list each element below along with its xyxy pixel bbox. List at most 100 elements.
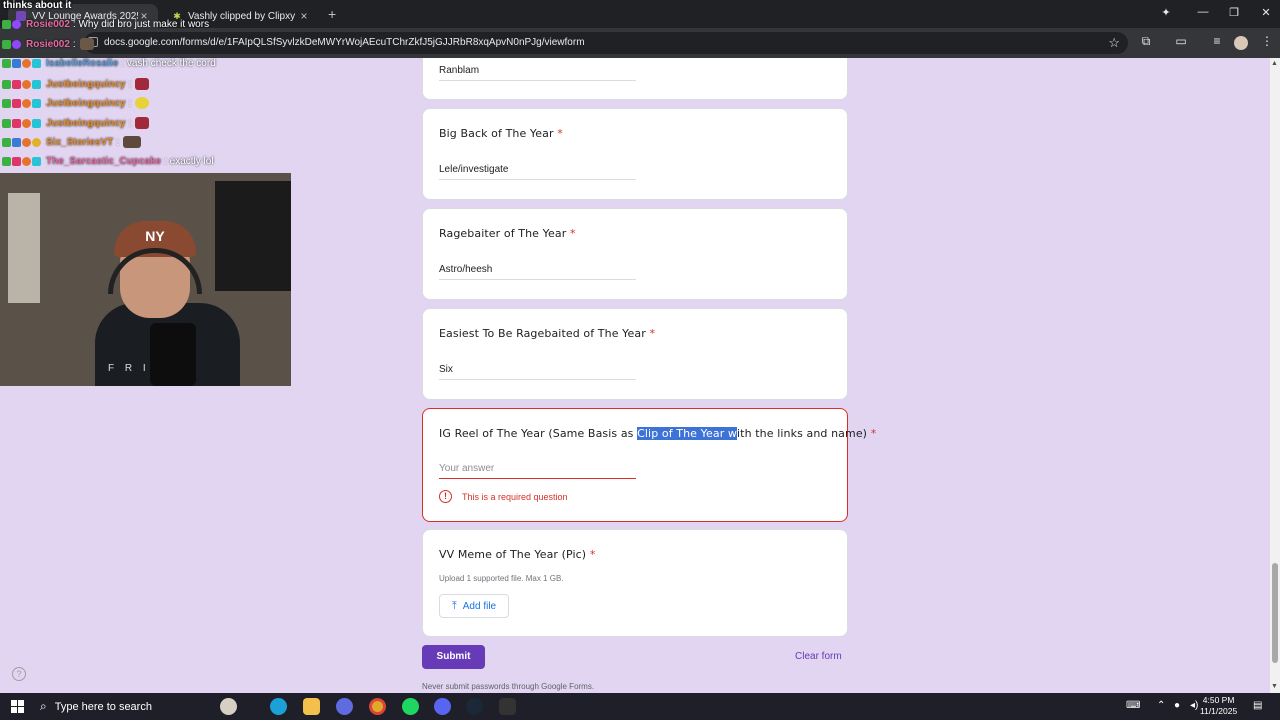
question-title: Big Back of The Year *: [439, 127, 563, 140]
chat-text: :: [128, 78, 132, 90]
chat-message: Rosie002 :: [2, 38, 94, 50]
chat-username: Rosie002: [26, 19, 70, 30]
required-asterisk: *: [569, 227, 576, 240]
answer-input[interactable]: Your answer: [439, 463, 636, 479]
chrome-icon[interactable]: [369, 698, 386, 715]
chat-badges: [2, 137, 42, 147]
chat-message: IsabelleRosalie : vash check the cord: [2, 58, 216, 69]
scroll-up-icon[interactable]: ▲: [1271, 60, 1278, 67]
steam-icon[interactable]: [466, 698, 483, 715]
volume-icon[interactable]: ◂): [1190, 700, 1198, 711]
windows-start-icon[interactable]: [11, 700, 24, 713]
chat-username: Justbeingquincy: [46, 117, 126, 129]
chat-message: The_Sarcastic_Cupcake : exactly lol: [2, 156, 214, 167]
gemini-icon[interactable]: ✦: [1156, 6, 1176, 19]
menu-icon[interactable]: ⋮: [1259, 34, 1275, 48]
page-scrollbar[interactable]: ▲ ▼: [1270, 58, 1280, 693]
answer-field[interactable]: Lele/investigate: [439, 164, 636, 180]
question-card-easiest-ragebaited: Easiest To Be Ragebaited of The Year * S…: [422, 308, 848, 400]
vtube-app-icon[interactable]: [336, 698, 353, 715]
required-asterisk: *: [649, 327, 656, 340]
add-file-button[interactable]: ⤒ Add file: [439, 594, 509, 618]
scroll-thumb[interactable]: [1272, 563, 1278, 663]
new-tab-icon[interactable]: +: [328, 6, 336, 22]
chat-text: :: [128, 97, 132, 109]
chat-action-text: thinks about it: [3, 0, 72, 11]
question-card-big-back: Big Back of The Year * Lele/investigate: [422, 108, 848, 200]
required-asterisk: *: [589, 548, 596, 561]
chat-badges: [2, 59, 42, 68]
chat-text: :: [72, 38, 76, 50]
chat-message: Justbeingquincy :: [2, 97, 150, 109]
help-icon[interactable]: ?: [12, 667, 26, 681]
submit-button[interactable]: Submit: [422, 645, 485, 669]
emote-icon: [135, 117, 150, 129]
chat-text: :: [128, 117, 132, 129]
chat-message: Six_StoriesVT :: [2, 136, 142, 148]
media-icon[interactable]: ▭: [1173, 34, 1189, 48]
question-card-ig-reel: IG Reel of The Year (Same Basis as Clip …: [422, 408, 876, 522]
chat-username: Rosie002: [26, 38, 70, 50]
emote-icon: [135, 78, 150, 90]
address-bar[interactable]: docs.google.com/forms/d/e/1FAIpQLSfSyvlz…: [84, 32, 1128, 54]
chat-message: Justbeingquincy :: [2, 117, 150, 129]
edge-icon[interactable]: [270, 698, 287, 715]
required-asterisk: *: [870, 427, 877, 440]
chat-badges: [2, 20, 22, 29]
upload-icon: ⤒: [451, 599, 457, 612]
chat-badges: [2, 118, 42, 128]
clock-date: 11/1/2025: [1200, 706, 1238, 716]
chat-text: :: [116, 136, 120, 148]
bookmark-star-icon[interactable]: ☆: [1108, 32, 1120, 54]
question-title: Ragebaiter of The Year *: [439, 227, 576, 240]
minimize-icon[interactable]: —: [1193, 6, 1213, 18]
url-text: docs.google.com/forms/d/e/1FAIpQLSfSyvlz…: [104, 37, 585, 48]
error-message: ! This is a required question: [439, 490, 568, 503]
profile-avatar[interactable]: [1234, 36, 1248, 50]
chat-badges: [2, 98, 42, 108]
search-placeholder: Type here to search: [54, 700, 152, 713]
extensions-icon[interactable]: ⧉: [1138, 34, 1154, 49]
spotify-icon[interactable]: [402, 698, 419, 715]
webcam-overlay: NY F R I: [0, 173, 291, 386]
clear-form-link[interactable]: Clear form: [795, 651, 842, 662]
terminal-icon[interactable]: [499, 698, 516, 715]
chat-message: Rosie002 : Why did bro just make it wors: [2, 19, 209, 30]
answer-field[interactable]: Six: [439, 364, 636, 380]
restore-icon[interactable]: ❐: [1224, 6, 1244, 19]
emote-icon: [79, 38, 94, 50]
answer-field[interactable]: Astro/heesh: [439, 264, 636, 280]
file-explorer-icon[interactable]: [303, 698, 320, 715]
password-warning: Never submit passwords through Google Fo…: [422, 682, 595, 691]
emote-icon: [123, 136, 142, 148]
answer-field[interactable]: Ranblam: [439, 65, 636, 81]
chat-username: IsabelleRosalie: [46, 58, 119, 69]
add-file-label: Add file: [462, 600, 497, 612]
keyboard-icon[interactable]: ⌨: [1126, 700, 1140, 711]
selected-text: Clip of The Year w: [637, 427, 738, 440]
reading-list-icon[interactable]: ≡: [1209, 34, 1225, 48]
hoodie-text: F R I: [108, 363, 150, 374]
chat-message: Justbeingquincy :: [2, 78, 150, 90]
chat-badges: [2, 79, 42, 89]
error-icon: !: [439, 490, 452, 503]
chat-username: Justbeingquincy: [46, 97, 126, 109]
scroll-down-icon[interactable]: ▼: [1271, 683, 1278, 690]
notifications-icon[interactable]: ▤: [1253, 700, 1262, 711]
chat-text: : vash check the cord: [121, 58, 216, 69]
emote-icon: [135, 97, 150, 109]
chat-username: The_Sarcastic_Cupcake: [46, 156, 162, 167]
discord-icon[interactable]: [434, 698, 451, 715]
upload-hint: Upload 1 supported file. Max 1 GB.: [439, 574, 564, 583]
question-title: Easiest To Be Ragebaited of The Year *: [439, 327, 656, 340]
taskbar-search[interactable]: ⌕ Type here to search: [30, 693, 340, 720]
taskbar-clock[interactable]: 4:50 PM 11/1/2025: [1200, 695, 1237, 717]
question-title: IG Reel of The Year (Same Basis as Clip …: [439, 427, 877, 440]
search-icon: ⌕: [40, 699, 47, 713]
mic-tray-icon[interactable]: ●: [1174, 700, 1180, 711]
dia-de-muertos-app-icon[interactable]: [220, 698, 237, 715]
tray-chevron-icon[interactable]: ⌃: [1157, 700, 1165, 711]
question-card-previous: Ranblam: [422, 58, 848, 100]
close-tab-icon[interactable]: ×: [298, 9, 310, 23]
close-window-icon[interactable]: ✕: [1256, 6, 1276, 19]
